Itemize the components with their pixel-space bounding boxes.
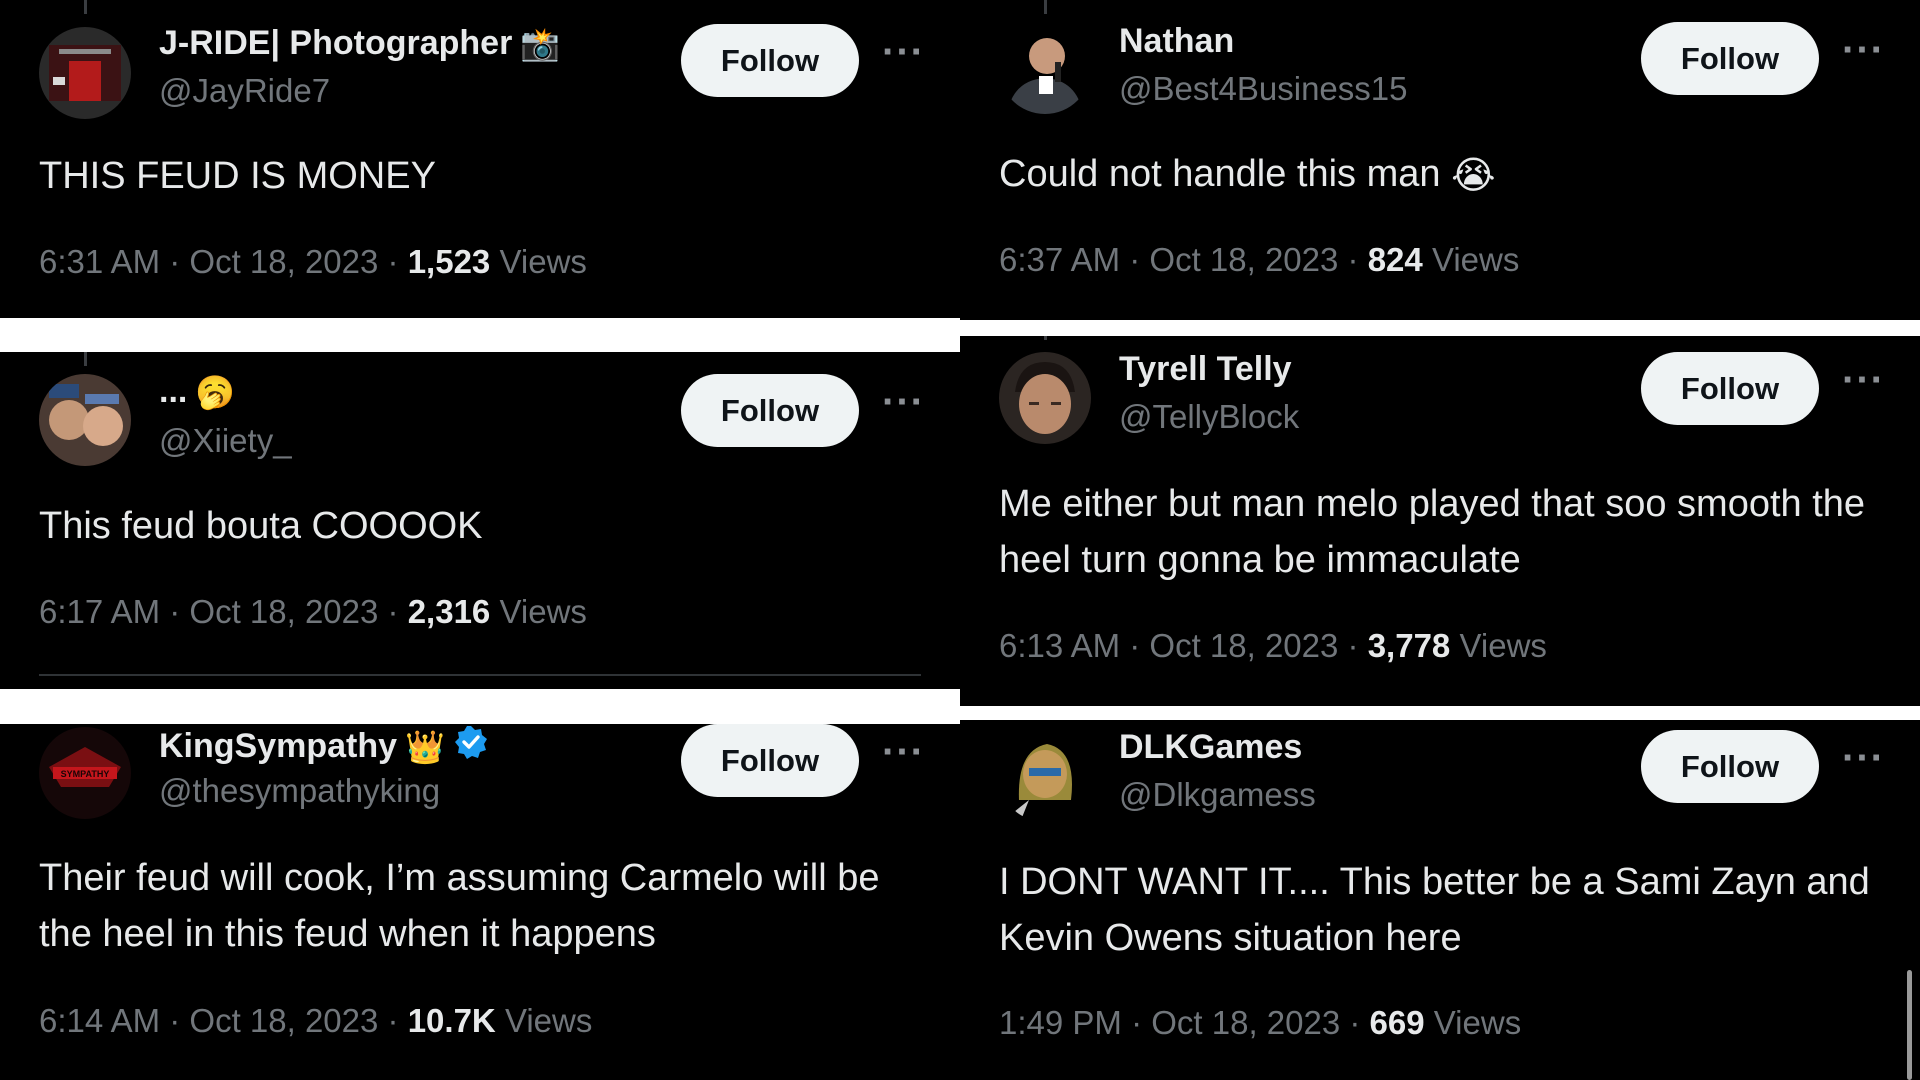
tweet-time[interactable]: 1:49 PM — [999, 1004, 1122, 1041]
tweet-date[interactable]: Oct 18, 2023 — [189, 593, 378, 630]
tweet-text: Their feud will cook, I’m assuming Carme… — [39, 857, 880, 955]
tweet-text: I DONT WANT IT.... This better be a Sami… — [999, 861, 1870, 959]
yawning-face-icon: 🥱 — [195, 373, 236, 410]
user-handle[interactable]: @Xiiety_ — [159, 422, 292, 460]
display-name[interactable]: DLKGames — [1119, 728, 1302, 767]
tweet-text: This feud bouta COOOOK — [39, 505, 483, 547]
verified-badge-icon — [453, 724, 489, 769]
display-name[interactable]: J-RIDE| Photographer 📸 — [159, 24, 560, 63]
tweet-meta: 6:37 AM · Oct 18, 2023 · 824 Views — [999, 241, 1520, 278]
tweet-card[interactable]: ... 🥱 @Xiiety_ Follow ··· This feud bout… — [0, 352, 960, 689]
display-name[interactable]: KingSympathy 👑 — [159, 724, 489, 769]
views-label: Views — [499, 243, 587, 280]
avatar[interactable] — [999, 352, 1091, 444]
more-options-icon[interactable]: ··· — [882, 32, 924, 78]
tweet-text: Me either but man melo played that soo s… — [999, 483, 1866, 581]
tweet-meta: 1:49 PM · Oct 18, 2023 · 669 Views — [999, 1004, 1522, 1041]
more-options-icon[interactable]: ··· — [1842, 738, 1884, 784]
avatar[interactable]: SYMPATHY — [39, 727, 131, 819]
follow-button[interactable]: Follow — [681, 24, 859, 97]
tweet-date[interactable]: Oct 18, 2023 — [1149, 241, 1338, 278]
view-count: 2,316 — [407, 593, 491, 630]
more-options-icon[interactable]: ··· — [882, 732, 924, 778]
user-handle[interactable]: @thesympathyking — [159, 772, 440, 810]
svg-text:SYMPATHY: SYMPATHY — [61, 769, 110, 779]
more-options-icon[interactable]: ··· — [1842, 30, 1884, 76]
views-label: Views — [1431, 241, 1520, 278]
tweet-meta: 6:31 AM · Oct 18, 2023 · 1,523 Views — [39, 243, 587, 280]
avatar[interactable] — [39, 374, 131, 466]
tweet-meta: 6:17 AM · Oct 18, 2023 · 2,316 Views — [39, 593, 587, 630]
tweet-time[interactable]: 6:31 AM — [39, 243, 160, 280]
follow-button[interactable]: Follow — [681, 724, 859, 797]
follow-button[interactable]: Follow — [1641, 352, 1819, 425]
user-handle[interactable]: @TellyBlock — [1119, 398, 1299, 436]
crown-icon: 👑 — [405, 728, 445, 765]
more-options-icon[interactable]: ··· — [882, 382, 924, 428]
views-label: Views — [1459, 627, 1547, 664]
tweet-date[interactable]: Oct 18, 2023 — [1149, 627, 1338, 664]
camera-flash-icon: 📸 — [520, 25, 561, 62]
thread-line — [84, 0, 87, 14]
avatar[interactable] — [39, 27, 131, 119]
display-name[interactable]: ... 🥱 — [159, 372, 235, 411]
tweet-date[interactable]: Oct 18, 2023 — [189, 243, 378, 280]
follow-button[interactable]: Follow — [1641, 22, 1819, 95]
more-options-icon[interactable]: ··· — [1842, 360, 1884, 406]
follow-button[interactable]: Follow — [681, 374, 859, 447]
scrollbar[interactable] — [1907, 970, 1912, 1080]
tweet-text: THIS FEUD IS MONEY — [39, 155, 436, 197]
tweet-card[interactable]: J-RIDE| Photographer 📸 @JayRide7 Follow … — [0, 0, 960, 318]
tweet-text: Could not handle this man 😭 — [999, 146, 1879, 204]
crying-face-icon: 😭 — [1451, 154, 1496, 197]
view-count: 3,778 — [1367, 627, 1451, 664]
display-name[interactable]: Nathan — [1119, 22, 1234, 61]
tweet-date[interactable]: Oct 18, 2023 — [189, 1002, 378, 1039]
tweet-time[interactable]: 6:17 AM — [39, 593, 160, 630]
user-handle[interactable]: @Best4Business15 — [1119, 70, 1408, 108]
thread-line — [1044, 0, 1047, 14]
tweet-time[interactable]: 6:37 AM — [999, 241, 1120, 278]
tweet-card[interactable]: SYMPATHY KingSympathy 👑 @thesympathyking… — [0, 724, 960, 1080]
divider — [39, 674, 921, 676]
view-count: 1,523 — [407, 243, 491, 280]
views-label: Views — [504, 1002, 593, 1039]
user-handle[interactable]: @Dlkgamess — [1119, 776, 1316, 814]
tweet-meta: 6:13 AM · Oct 18, 2023 · 3,778 Views — [999, 627, 1547, 664]
display-name[interactable]: Tyrell Telly — [1119, 350, 1292, 389]
tweet-time[interactable]: 6:14 AM — [39, 1002, 160, 1039]
view-count: 10.7K — [407, 1002, 496, 1039]
thread-line — [1044, 336, 1047, 340]
follow-button[interactable]: Follow — [1641, 730, 1819, 803]
tweet-meta: 6:14 AM · Oct 18, 2023 · 10.7K Views — [39, 1002, 593, 1039]
views-label: Views — [1433, 1004, 1522, 1041]
user-handle[interactable]: @JayRide7 — [159, 72, 330, 110]
tweet-time[interactable]: 6:13 AM — [999, 627, 1120, 664]
view-count: 824 — [1367, 241, 1423, 278]
avatar[interactable] — [999, 730, 1091, 822]
tweet-card[interactable]: DLKGames @Dlkgamess Follow ··· I DONT WA… — [960, 720, 1920, 1080]
tweet-date[interactable]: Oct 18, 2023 — [1151, 1004, 1340, 1041]
tweet-card[interactable]: Nathan @Best4Business15 Follow ··· Could… — [960, 0, 1920, 320]
avatar[interactable] — [999, 22, 1091, 114]
views-label: Views — [499, 593, 587, 630]
thread-line — [84, 352, 87, 366]
tweet-card[interactable]: Tyrell Telly @TellyBlock Follow ··· Me e… — [960, 336, 1920, 706]
view-count: 669 — [1369, 1004, 1425, 1041]
